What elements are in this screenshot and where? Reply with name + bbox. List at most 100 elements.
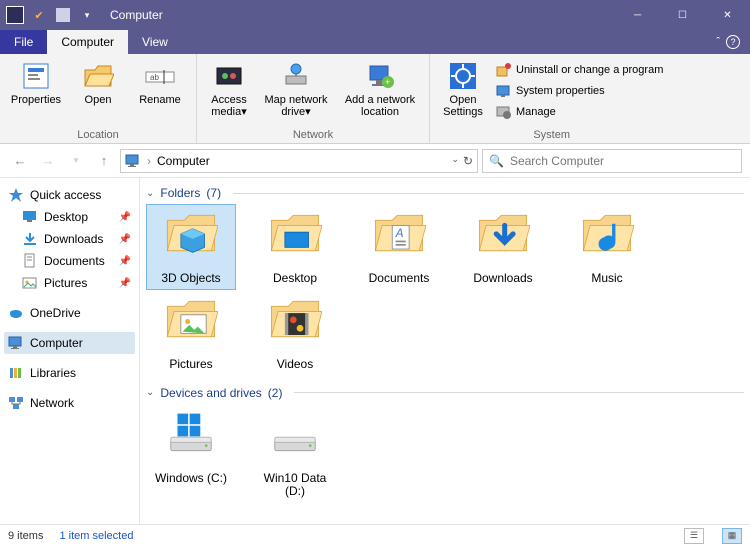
maximize-button[interactable]: ☐ [660,0,705,30]
folder-icon [159,296,223,354]
search-placeholder: Search Computer [510,154,604,168]
manage-button[interactable]: Manage [494,102,665,122]
folder-label: Music [591,272,622,286]
navigation-bar: ← → ▾ ↑ › Computer ⌄ ↻ 🔍 Search Computer [0,144,750,178]
tree-quick-access[interactable]: Quick access [4,184,135,206]
folder-icon: A [367,210,431,268]
drive-item[interactable]: Win10 Data (D:) [250,404,340,504]
sysprops-label: System properties [516,85,605,97]
view-details-button[interactable]: ☰ [684,528,704,544]
chevron-down-icon: ⌄ [146,188,154,199]
folder-item[interactable]: 3D Objects [146,204,236,290]
refresh-icon[interactable]: ↻ [463,154,473,168]
tree-documents[interactable]: Documents📌 [18,250,135,272]
tree-desktop[interactable]: Desktop📌 [18,206,135,228]
svg-text:+: + [385,77,390,87]
folder-item[interactable]: A Documents [354,204,444,290]
uninstall-label: Uninstall or change a program [516,64,663,76]
navigation-pane: Quick access Desktop📌 Downloads📌 Documen… [0,178,140,524]
folder-item[interactable]: Videos [250,290,340,376]
tree-pictures[interactable]: Pictures📌 [18,272,135,294]
tab-view[interactable]: View [128,30,182,54]
tree-network[interactable]: Network [4,392,135,414]
breadcrumb-computer[interactable]: Computer [157,154,210,168]
folder-label: Desktop [273,272,317,286]
pin-icon: 📌 [119,278,131,289]
tree-downloads[interactable]: Downloads📌 [18,228,135,250]
drive-icon [263,410,327,468]
folder-label: Documents [369,272,430,286]
address-dropdown-icon[interactable]: ⌄ [451,154,459,168]
tab-file[interactable]: File [0,30,47,54]
pin-icon: 📌 [119,212,131,223]
ribbon-group-system: Open Settings Uninstall or change a prog… [430,54,673,143]
add-location-label: Add a network location [339,94,421,118]
folder-icon [575,210,639,268]
pin-icon: 📌 [119,234,131,245]
drive-label: Win10 Data (D:) [252,472,338,500]
manage-label: Manage [516,106,556,118]
folder-item[interactable]: Desktop [250,204,340,290]
folder-item[interactable]: Music [562,204,652,290]
app-icon[interactable] [4,4,26,26]
folder-item[interactable]: Pictures [146,290,236,376]
back-button[interactable]: ← [8,149,32,173]
up-button[interactable]: ↑ [92,149,116,173]
ribbon-collapse-icon[interactable]: ˆ [716,36,720,48]
quick-access-toolbar: ✔ ▾ [0,4,102,26]
status-item-count: 9 items [8,530,43,542]
close-button[interactable]: ✕ [705,0,750,30]
minimize-button[interactable]: ─ [615,0,660,30]
address-bar[interactable]: › Computer ⌄ ↻ [120,149,478,173]
folder-label: Downloads [473,272,532,286]
pin-icon: 📌 [119,256,131,267]
ribbon-tabs: File Computer View ˆ ? [0,30,750,54]
status-selection: 1 item selected [59,530,133,542]
group-label-system: System [438,127,665,141]
rename-label: Rename [139,94,181,106]
tree-onedrive[interactable]: OneDrive [4,302,135,324]
folder-icon [159,210,223,268]
folder-label: 3D Objects [161,272,220,286]
search-box[interactable]: 🔍 Search Computer [482,149,742,173]
tab-computer[interactable]: Computer [47,30,128,54]
group-label-location: Location [8,127,188,141]
section-header-drives[interactable]: ⌄ Devices and drives (2) [146,382,744,404]
properties-label: Properties [11,94,61,106]
folder-item[interactable]: Downloads [458,204,548,290]
window-title: Computer [110,8,615,22]
open-settings-label: Open Settings [438,94,488,118]
qat-checkbox[interactable]: ✔ [28,4,50,26]
ribbon-group-network: Access media▾ Map network drive▾ + Add a… [197,54,430,143]
folder-icon [263,210,327,268]
drive-icon [159,410,223,468]
access-media-label: Access media▾ [205,94,253,118]
computer-icon [125,153,141,169]
qat-dropdown[interactable]: ▾ [76,4,98,26]
ribbon: Properties Open ab Rename Location Acces… [0,54,750,144]
chevron-right-icon: › [147,154,151,168]
map-drive-button[interactable]: Map network drive▾ [259,58,333,118]
view-large-icons-button[interactable]: ▦ [722,528,742,544]
section-header-folders[interactable]: ⌄ Folders (7) [146,182,744,204]
recent-locations-button[interactable]: ▾ [64,149,88,173]
folder-label: Videos [277,358,313,372]
help-icon[interactable]: ? [726,35,740,49]
properties-button[interactable]: Properties [8,58,64,106]
uninstall-program-button[interactable]: Uninstall or change a program [494,60,665,80]
rename-button[interactable]: ab Rename [132,58,188,106]
ribbon-group-location: Properties Open ab Rename Location [0,54,197,143]
forward-button[interactable]: → [36,149,60,173]
svg-text:A: A [395,226,404,240]
tree-libraries[interactable]: Libraries [4,362,135,384]
folders-grid: 3D Objects Desktop A Documents Downloads… [146,204,744,376]
open-button[interactable]: Open [70,58,126,106]
system-properties-button[interactable]: System properties [494,81,665,101]
map-drive-label: Map network drive▾ [259,94,333,118]
access-media-button[interactable]: Access media▾ [205,58,253,118]
drive-item[interactable]: Windows (C:) [146,404,236,504]
open-settings-button[interactable]: Open Settings [438,58,488,118]
tree-computer[interactable]: Computer [4,332,135,354]
add-location-button[interactable]: + Add a network location [339,58,421,118]
qat-item[interactable] [52,4,74,26]
